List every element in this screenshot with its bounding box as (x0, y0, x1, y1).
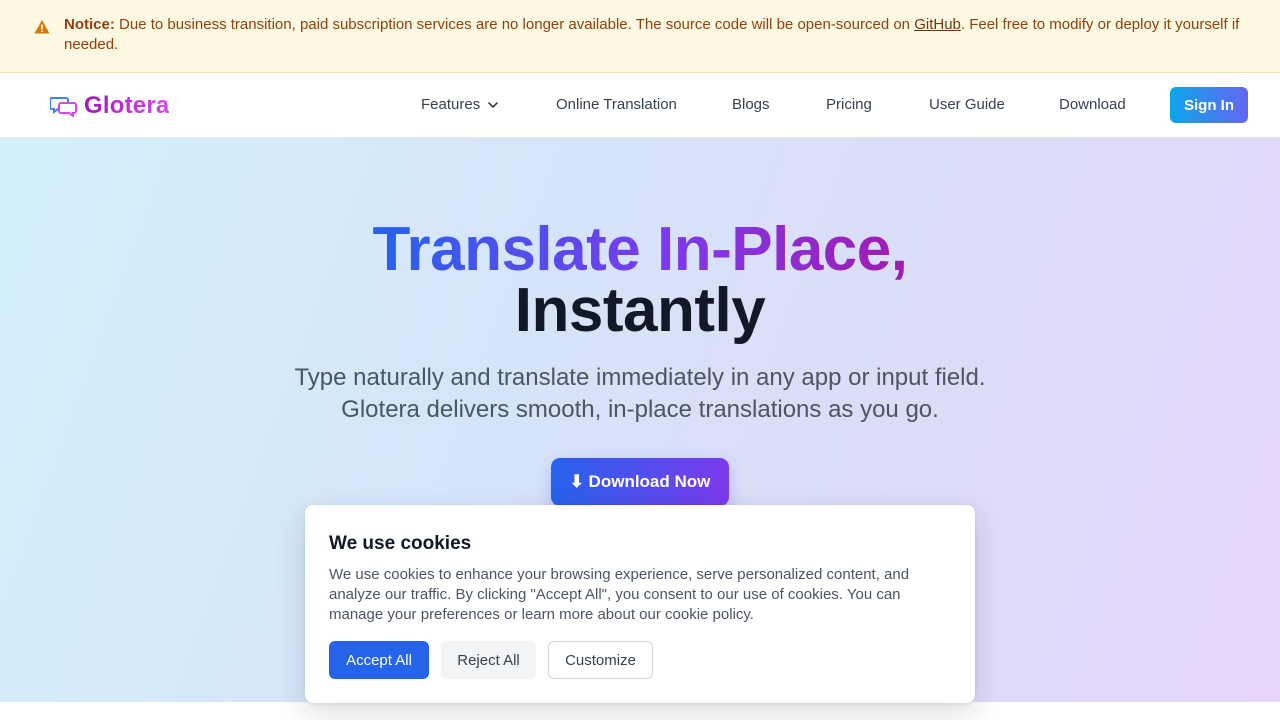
hero-title-gradient: Translate In-Place, (372, 215, 908, 284)
nav-pricing[interactable]: Pricing (826, 95, 872, 115)
chat-bubbles-icon (50, 97, 77, 117)
customize-button[interactable]: Customize (548, 641, 653, 679)
hero-subtitle: Type naturally and translate immediately… (240, 362, 1040, 426)
reject-all-button[interactable]: Reject All (441, 641, 536, 679)
hero-title-line2: Instantly (514, 276, 766, 345)
cookie-description: We use cookies to enhance your browsing … (329, 566, 910, 623)
navbar: Glotera Features Online Translation Blog… (0, 73, 1280, 138)
logo[interactable]: Glotera (50, 92, 169, 120)
notice-message: Due to business transition, paid subscri… (114, 16, 915, 33)
chevron-down-icon (488, 102, 499, 108)
hero-subtitle-line1: Type naturally and translate immediately… (294, 364, 986, 391)
nav-features[interactable]: Features (421, 95, 499, 115)
notice-text: Notice: Due to business transition, paid… (64, 15, 1254, 55)
cookie-consent-dialog: We use cookies We use cookies to enhance… (305, 505, 975, 703)
notice-label: Notice: (64, 16, 115, 33)
sign-in-button[interactable]: Sign In (1170, 87, 1248, 123)
nav-online-translation[interactable]: Online Translation (556, 95, 677, 115)
github-link[interactable]: GitHub (914, 16, 961, 33)
notice-banner: Notice: Due to business transition, paid… (0, 0, 1280, 73)
nav-features-label: Features (421, 96, 481, 113)
accept-all-button[interactable]: Accept All (329, 641, 429, 679)
nav-user-guide[interactable]: User Guide (929, 95, 1005, 115)
nav-download[interactable]: Download (1059, 95, 1126, 115)
download-now-button[interactable]: ⬇ Download Now (551, 458, 729, 506)
logo-text: Glotera (84, 92, 170, 119)
nav-blogs[interactable]: Blogs (732, 95, 770, 115)
cookie-title: We use cookies (329, 533, 472, 554)
hero-subtitle-line2: Glotera delivers smooth, in-place transl… (341, 396, 939, 423)
warning-icon (34, 20, 50, 34)
